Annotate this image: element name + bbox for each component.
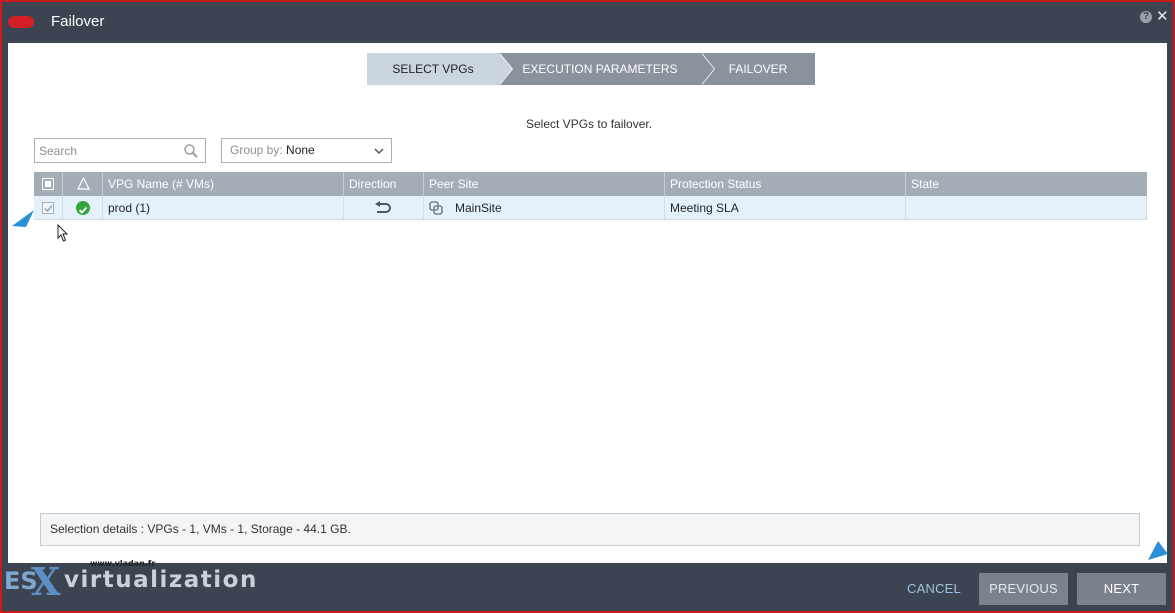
annotation-arrow-icon (12, 210, 34, 227)
next-button[interactable]: NEXT (1077, 573, 1166, 605)
header-vpg-name[interactable]: VPG Name (# VMs) (103, 172, 344, 196)
return-arrow-icon (375, 201, 391, 213)
dialog-title: Failover (51, 13, 105, 30)
header-peer-site[interactable]: Peer Site (424, 172, 665, 196)
vsphere-site-icon (429, 201, 443, 215)
watermark-virtualization: virtualization (64, 567, 258, 593)
header-protection-status[interactable]: Protection Status (665, 172, 906, 196)
protection-status-cell: Meeting SLA (665, 196, 906, 220)
step-failover[interactable]: FAILOVER (701, 53, 815, 85)
group-by-select[interactable]: Group by: None (221, 138, 392, 163)
select-all-checkbox[interactable] (42, 178, 54, 190)
vpg-name-cell: prod (1) (103, 196, 344, 220)
grid-header: VPG Name (# VMs) Direction Peer Site Pro… (34, 172, 1147, 196)
watermark-logo: www.vladan.fr ES X virtualization (2, 557, 262, 607)
group-by-label: Group by: (230, 143, 283, 157)
group-by-value: None (286, 143, 315, 157)
selection-details: Selection details : VPGs - 1, VMs - 1, S… (40, 513, 1140, 546)
wizard-steps: SELECT VPGs EXECUTION PARAMETERS FAILOVE… (367, 53, 815, 85)
previous-button[interactable]: PREVIOUS (979, 573, 1068, 605)
chevron-down-icon[interactable] (374, 146, 384, 156)
row-status-cell (63, 196, 103, 220)
zerto-logo-icon (8, 16, 34, 28)
ok-check-icon (76, 201, 90, 215)
search-box[interactable] (34, 138, 206, 163)
close-icon[interactable]: ✕ (1156, 9, 1169, 24)
instruction-text: Select VPGs to failover. (526, 117, 653, 131)
watermark-x: X (31, 559, 61, 604)
step-execution-parameters[interactable]: EXECUTION PARAMETERS (499, 53, 701, 85)
title-bar: Failover ? ✕ (2, 2, 1173, 43)
mouse-cursor-icon (57, 224, 69, 242)
step-select-vpgs[interactable]: SELECT VPGs (367, 53, 499, 85)
state-cell (906, 196, 1147, 220)
direction-cell (344, 196, 424, 220)
row-select-cell[interactable] (34, 196, 63, 220)
frame-left (2, 43, 8, 563)
checkmark-icon (44, 205, 53, 212)
peer-site-cell: MainSite (424, 196, 665, 220)
header-select-all[interactable] (34, 172, 63, 196)
ok-check-mark (78, 206, 88, 214)
frame-right (1167, 43, 1173, 563)
failover-dialog: Failover ? ✕ SELECT VPGs EXECUTION PARAM… (2, 2, 1173, 611)
header-alert[interactable] (63, 172, 103, 196)
table-row[interactable]: prod (1) MainSite Meeting SLA (34, 196, 1147, 220)
peer-site-name: MainSite (455, 201, 502, 215)
vpg-grid: VPG Name (# VMs) Direction Peer Site Pro… (34, 172, 1147, 220)
step-separator (499, 53, 512, 85)
search-input[interactable] (39, 143, 179, 159)
annotation-arrow-icon (1148, 541, 1168, 560)
cancel-button[interactable]: CANCEL (894, 573, 974, 605)
alert-triangle-icon (77, 177, 90, 190)
header-direction[interactable]: Direction (344, 172, 424, 196)
header-state[interactable]: State (906, 172, 1147, 196)
step-separator (701, 53, 714, 85)
row-checkbox[interactable] (42, 202, 54, 214)
help-icon[interactable]: ? (1140, 11, 1152, 23)
search-icon[interactable] (183, 143, 199, 159)
